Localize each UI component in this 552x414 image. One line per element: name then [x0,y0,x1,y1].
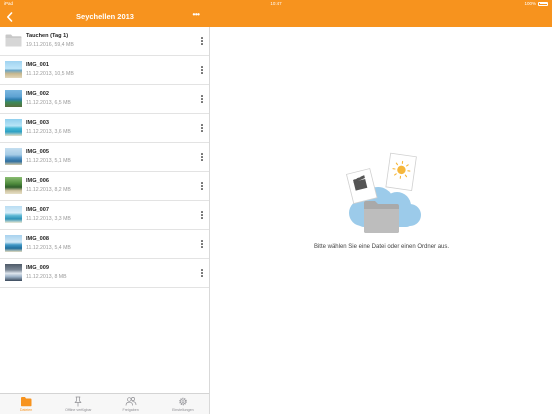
folder-icon [21,397,32,407]
tab-bar: Dateien Offline verfügbar Freigaben Eins… [0,393,210,414]
file-row[interactable]: IMG_001 11.12.2013, 10,5 MB [0,56,209,85]
row-menu-button[interactable] [197,62,207,78]
file-row[interactable]: IMG_005 11.12.2013, 5,1 MB [0,143,209,172]
file-row[interactable]: IMG_008 11.12.2013, 5,4 MB [0,230,209,259]
row-menu-button[interactable] [197,149,207,165]
navigation-bar: Seychellen 2013 ••• [0,7,552,27]
empty-state-illustration [346,152,421,233]
photo-thumbnail [5,177,22,194]
status-time: 10:47 [270,1,282,6]
tab-label: Dateien [19,408,33,412]
file-meta: 11.12.2013, 6,5 MB [26,100,71,106]
tab-label: Einstellungen [172,408,194,412]
file-name: IMG_009 [26,265,50,271]
tab-label: Freigaben [122,408,139,412]
file-meta: 11.12.2013, 8 MB [26,274,67,280]
photo-thumbnail [5,264,22,281]
file-meta: 11.12.2013, 5,1 MB [26,158,71,164]
row-menu-button[interactable] [197,120,207,136]
row-menu-button[interactable] [197,236,207,252]
shared-users-icon [125,397,136,406]
file-row[interactable]: IMG_009 11.12.2013, 8 MB [0,259,209,288]
battery-status: 100% [524,1,548,6]
photo-thumbnail [5,206,22,223]
tab-offline[interactable]: Offline verfügbar [52,394,104,414]
photo-thumbnail [5,90,22,107]
row-menu-button[interactable] [197,91,207,107]
row-menu-button[interactable] [197,178,207,194]
file-row[interactable]: IMG_006 11.12.2013, 8,2 MB [0,172,209,201]
video-document-icon [346,168,378,204]
photo-thumbnail [5,148,22,165]
tab-einstellungen[interactable]: Einstellungen [157,394,209,414]
file-name: IMG_006 [26,178,50,184]
tab-dateien[interactable]: Dateien [0,394,52,414]
tab-freigaben[interactable]: Freigaben [105,394,157,414]
file-meta: 11.12.2013, 8,2 MB [26,187,71,193]
tab-label: Offline verfügbar [65,408,92,412]
pin-icon [75,396,82,407]
file-name: IMG_007 [26,207,50,213]
image-document-icon [385,152,417,191]
file-meta: 11.12.2013, 5,4 MB [26,245,71,251]
file-meta: 11.12.2013, 3,6 MB [26,129,71,135]
file-name: IMG_002 [26,91,50,97]
file-meta: 11.12.2013, 10,5 MB [26,71,74,77]
photo-thumbnail [5,235,22,252]
folder-row[interactable]: Tauchen (Tag 1) 19.11.2016, 59,4 MB [0,27,209,56]
row-menu-button[interactable] [197,207,207,223]
photo-thumbnail [5,61,22,78]
photo-thumbnail [5,119,22,136]
file-meta: 19.11.2016, 59,4 MB [26,42,74,48]
row-menu-button[interactable] [197,33,207,49]
folder-icon [5,34,22,47]
file-name: Tauchen (Tag 1) [26,33,69,39]
file-name: IMG_008 [26,236,50,242]
gear-icon [179,397,187,406]
empty-state-message: Bitte wählen Sie eine Datei oder einen O… [313,244,450,250]
page-title: Seychellen 2013 [76,12,134,21]
file-name: IMG_005 [26,149,50,155]
detail-panel: Bitte wählen Sie eine Datei oder einen O… [211,27,552,414]
file-list: Tauchen (Tag 1) 19.11.2016, 59,4 MB IMG_… [0,27,209,288]
file-name: IMG_003 [26,120,50,126]
status-bar: iPad 10:47 100% [0,0,552,7]
battery-percent: 100% [524,1,536,6]
more-options-button[interactable]: ••• [189,11,203,21]
row-menu-button[interactable] [197,265,207,281]
file-list-panel: Tauchen (Tag 1) 19.11.2016, 59,4 MB IMG_… [0,27,210,393]
file-row[interactable]: IMG_007 11.12.2013, 3,3 MB [0,201,209,230]
file-name: IMG_001 [26,62,50,68]
file-meta: 11.12.2013, 3,3 MB [26,216,71,222]
battery-icon [538,1,548,6]
file-row[interactable]: IMG_002 11.12.2013, 6,5 MB [0,85,209,114]
file-row[interactable]: IMG_003 11.12.2013, 3,6 MB [0,114,209,143]
folder-icon [364,201,399,233]
screen: iPad 10:47 100% Seychellen 2013 ••• Tauc… [0,0,552,414]
